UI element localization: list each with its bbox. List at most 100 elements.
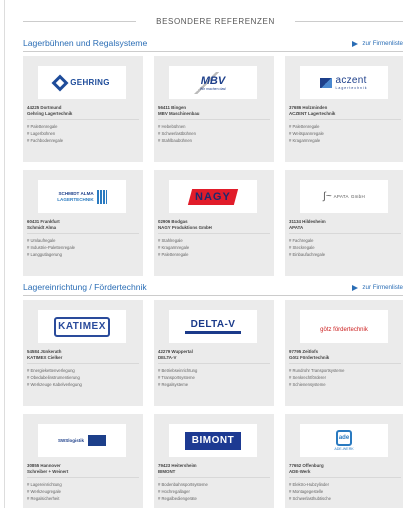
company-tag[interactable]: # Betriebseinrichtung [158,367,197,374]
card-divider [27,233,139,234]
company-tags: # Umlaufregale # Industrie-Palettenregal… [27,237,75,258]
company-tag[interactable]: # Umlaufregale [27,237,75,244]
company-logo: BIMONT [169,424,257,457]
company-card-delta-v[interactable]: DELTA-V 42279 Wuppertal DELTA-V # Betrie… [154,300,274,406]
company-card-goetz[interactable]: götz fördertechnik 97795 Zeitlofs Götz F… [285,300,403,406]
company-tag[interactable]: # Regalbediengeräte [158,495,208,502]
company-card-mbv[interactable]: MBV Wir machen das! 56411 Bingen MBV Masc… [154,56,274,162]
section-title-foerdertechnik[interactable]: Lagereinrichtung / Fördertechnik [23,282,147,292]
card-divider [27,119,139,120]
company-card-schmidt[interactable]: SCHMIDT ALMA LAGERTECHNIK 60431 Frankfurt… [23,170,143,276]
company-tags: # Bodenbahnsportsysteme # Hochregallager… [158,481,208,502]
company-tag[interactable]: # Energiekettenverlegung [27,367,82,374]
company-logo: aczent Lagertechnik [300,66,388,99]
company-card-katimex[interactable]: KATIMEX 54584 Jünkerath KATIMEX Cielker … [23,300,143,406]
card-divider [158,233,270,234]
company-tag[interactable]: # Montagegestelle [289,488,331,495]
company-name: Gehring Lagertechnik [27,111,73,116]
company-city: 56411 Bingen [158,105,187,110]
cards-grid-foerdertechnik: KATIMEX 54584 Jünkerath KATIMEX Cielker … [23,300,403,508]
company-tag[interactable]: # Fachbodenregale [27,137,63,144]
company-tag[interactable]: # Hebebühnen [158,123,196,130]
company-tag[interactable]: # Werkzeuge Kabelverlegung [27,381,82,388]
company-tag[interactable]: # Lagereinrichtung [27,481,62,488]
references-header: BESONDERE REFERENZEN [23,14,403,28]
company-tag[interactable]: # Senkrechtförderer [289,374,344,381]
company-tag[interactable]: # Schienensysteme [289,381,344,388]
company-tag[interactable]: # Schwerlasthubtische [289,495,331,502]
company-tag[interactable]: # Steckregale [289,244,325,251]
company-tag[interactable]: # Fachregale [289,237,325,244]
company-tags: # Lagereinrichtung # Werkzeugregale # Re… [27,481,62,502]
card-divider [27,363,139,364]
company-city: 37686 Holzminden [289,105,328,110]
card-divider [158,363,270,364]
company-logo: KATIMEX [38,310,126,343]
company-tag[interactable]: # Langgutlagerung [27,251,75,258]
firmenliste-link-label: zur Firmenliste [362,284,403,291]
company-city: 44225 Dortmund [27,105,62,110]
company-tag[interactable]: # Werkzeugregale [27,488,62,495]
company-card-gehring[interactable]: GEHRING 44225 Dortmund Gehring Lagertech… [23,56,143,162]
company-name: KATIMEX Cielker [27,355,63,360]
company-tag[interactable]: # Elektro-Hubzylinder [289,481,331,488]
company-city: 54584 Jünkerath [27,349,62,354]
section-title-regalsysteme[interactable]: Lagerbühnen und Regalsysteme [23,38,147,48]
company-city: 60431 Frankfurt [27,219,60,224]
company-tag[interactable]: # Obedabelinstrumentierung [27,374,82,381]
apata-logo-icon: ∫~ [322,191,332,202]
company-logo: GEHRING [38,66,126,99]
company-tag[interactable]: # Lagerbühnen [27,130,63,137]
company-name: BIMONT [158,469,176,474]
company-tag[interactable]: # Stahlbaubühnen [158,137,196,144]
company-logo: DELTA-V [169,310,257,343]
card-divider [289,363,401,364]
company-card-aczent[interactable]: aczent Lagertechnik 37686 Holzminden ACZE… [285,56,403,162]
company-tag[interactable]: # Industrie-Palettenregale [27,244,75,251]
company-tag[interactable]: # Palettenregale [158,251,189,258]
card-divider [27,477,139,478]
gehring-logo-icon [51,74,69,91]
company-card-nagy[interactable]: NAGY 02906 Bodgas NAGY Produktions GmbH … [154,170,274,276]
company-name: APATA [289,225,304,230]
card-divider [289,233,401,234]
company-city: 02906 Bodgas [158,219,188,224]
card-divider [289,477,401,478]
company-tag[interactable]: # Schwerlastbühnen [158,130,196,137]
company-card-apata[interactable]: ∫~ APATA GmbH 31134 Hildesheim APATA # Fac… [285,170,403,276]
firmenliste-link-1[interactable]: zur Firmenliste [352,40,403,47]
company-city: 97795 Zeitlofs [289,349,319,354]
header-line-right [294,20,403,22]
company-tag[interactable]: # Weitspannregale [289,130,324,137]
company-tags: # Betriebseinrichtung # Transportsysteme… [158,367,197,388]
company-tag[interactable]: # Palettenregale [289,123,324,130]
company-tags: # Elektro-Hubzylinder # Montagegestelle … [289,481,331,502]
firmenliste-link-2[interactable]: zur Firmenliste [352,284,403,291]
company-logo: SCHMIDT ALMA LAGERTECHNIK [38,180,126,213]
company-tags: # Hebebühnen # Schwerlastbühnen # Stahlb… [158,123,196,144]
company-tag[interactable]: # Kragarmregale [289,137,324,144]
schmidt-logo-icon [96,189,107,204]
aczent-logo-icon [320,77,333,88]
company-tag[interactable]: # Rundrohr Transportsysteme [289,367,344,374]
company-city: 42279 Wuppertal [158,349,193,354]
company-card-bimont[interactable]: BIMONT 79423 Heitersheim BIMONT # Bodenb… [154,414,274,508]
company-tag[interactable]: # Palettenregale [27,123,63,130]
company-tag[interactable]: # Stahlregale [158,237,189,244]
company-tag[interactable]: # Bodenbahnsportsysteme [158,481,208,488]
company-tag[interactable]: # Hochregallager [158,488,208,495]
company-city: 79423 Heitersheim [158,463,197,468]
company-tag[interactable]: # Regalsicherheit [27,495,62,502]
company-logo: ∫~ APATA GmbH [300,180,388,213]
schreiber-logo-icon [88,435,106,446]
play-triangle-icon [352,284,359,291]
company-tag[interactable]: # Transportsysteme [158,374,197,381]
company-name: Götz Fördertechnik [289,355,330,360]
company-tags: # Rundrohr Transportsysteme # Senkrechtf… [289,367,344,388]
company-card-schreiber[interactable]: SWSlogistik 30855 Hannover Schreiber + W… [23,414,143,508]
section-divider [23,295,403,296]
company-tag[interactable]: # Kragarmregale [158,244,189,251]
company-tag[interactable]: # Regalsysteme [158,381,197,388]
company-card-ade[interactable]: ade ADE-WERK 77652 Offenburg ADE-Werk # E… [285,414,403,508]
company-tag[interactable]: # Einbaufachregale [289,251,325,258]
